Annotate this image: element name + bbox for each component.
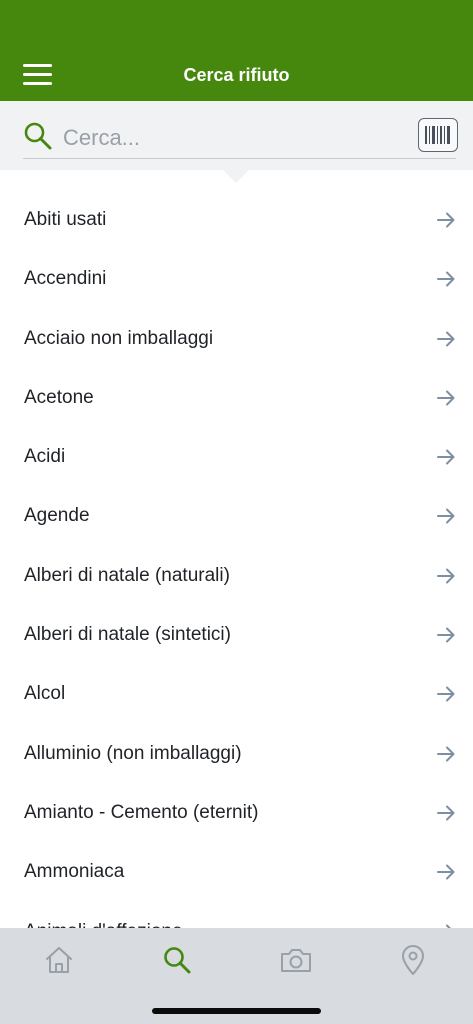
list-item[interactable]: Alcol bbox=[0, 664, 473, 723]
list-item[interactable]: Accendini bbox=[0, 249, 473, 308]
list-item-label: Amianto - Cemento (eternit) bbox=[24, 801, 259, 823]
tab-camera[interactable] bbox=[276, 940, 316, 980]
barcode-icon bbox=[425, 126, 450, 144]
arrow-right-icon bbox=[437, 627, 455, 643]
page-title: Cerca rifiuto bbox=[183, 65, 290, 85]
search-icon bbox=[164, 947, 191, 974]
search-input[interactable] bbox=[63, 121, 403, 155]
tab-map[interactable] bbox=[393, 940, 433, 980]
arrow-right-icon bbox=[437, 686, 455, 702]
tab-search[interactable] bbox=[157, 940, 197, 980]
list-item[interactable]: Agende bbox=[0, 486, 473, 545]
arrow-right-icon bbox=[437, 331, 455, 347]
list-item[interactable]: Acidi bbox=[0, 427, 473, 486]
tab-home[interactable] bbox=[39, 940, 79, 980]
list-item-label: Acciaio non imballaggi bbox=[24, 327, 214, 349]
list-item[interactable]: Alberi di natale (sintetici) bbox=[0, 605, 473, 664]
arrow-right-icon bbox=[437, 390, 455, 406]
list-item[interactable]: Amianto - Cemento (eternit) bbox=[0, 783, 473, 842]
arrow-right-icon bbox=[437, 449, 455, 465]
list-item-label: Ammoniaca bbox=[24, 861, 125, 883]
arrow-right-icon bbox=[437, 212, 455, 228]
search-pointer bbox=[222, 169, 250, 183]
list-item-label: Acidi bbox=[24, 446, 66, 468]
arrow-right-icon bbox=[437, 568, 455, 584]
list-item-label: Abiti usati bbox=[24, 209, 107, 230]
home-indicator bbox=[152, 1008, 321, 1014]
list-item-label: Agende bbox=[24, 505, 90, 527]
search-area bbox=[0, 101, 473, 170]
list-item[interactable]: Alluminio (non imballaggi) bbox=[0, 724, 473, 783]
barcode-scan-button[interactable] bbox=[418, 118, 458, 152]
app-header: Cerca rifiuto bbox=[0, 0, 473, 101]
list-item-label: Alcol bbox=[24, 683, 66, 705]
list-item-label: Alluminio (non imballaggi) bbox=[24, 742, 242, 764]
list-item-label: Alberi di natale (naturali) bbox=[24, 564, 230, 586]
home-icon bbox=[46, 947, 72, 973]
list-item-label: Acetone bbox=[24, 386, 94, 408]
location-pin-icon bbox=[402, 945, 424, 975]
search-icon bbox=[24, 122, 52, 150]
arrow-right-icon bbox=[437, 508, 455, 524]
arrow-right-icon bbox=[437, 271, 455, 287]
list-item[interactable]: Alberi di natale (naturali) bbox=[0, 546, 473, 605]
list-item-label: Accendini bbox=[24, 268, 107, 290]
list-item[interactable]: Acetone bbox=[0, 368, 473, 427]
arrow-right-icon bbox=[437, 746, 455, 762]
search-bar bbox=[23, 115, 458, 159]
waste-list: Abiti usati Accendini Acciaio non imball… bbox=[0, 190, 473, 928]
arrow-right-icon bbox=[437, 864, 455, 880]
list-item[interactable]: Acciaio non imballaggi bbox=[0, 309, 473, 368]
arrow-right-icon bbox=[437, 805, 455, 821]
list-item-label: Animali d'affezione bbox=[24, 920, 183, 928]
list-item[interactable]: Ammoniaca bbox=[0, 842, 473, 901]
list-item-label: Alberi di natale (sintetici) bbox=[24, 624, 231, 646]
list-item[interactable]: Animali d'affezione bbox=[0, 902, 473, 928]
camera-icon bbox=[281, 949, 311, 972]
list-item[interactable]: Abiti usati bbox=[0, 190, 473, 249]
